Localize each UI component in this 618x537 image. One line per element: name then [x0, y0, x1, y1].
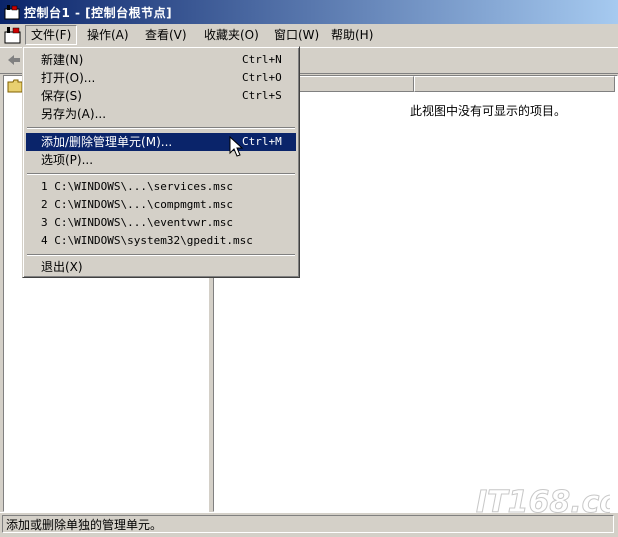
menu-favorites[interactable]: 收藏夹(O) [199, 26, 264, 44]
menu-item-label: 添加/删除管理单元(M)... [41, 135, 173, 149]
empty-view-message: 此视图中没有可显示的项目。 [410, 104, 567, 118]
mmc-app-icon [4, 5, 20, 20]
menu-help[interactable]: 帮助(H) [326, 26, 378, 44]
title-bar[interactable]: 控制台1 - [控制台根节点] [0, 0, 618, 24]
menu-view[interactable]: 查看(V) [140, 26, 192, 44]
file-menu-dropdown: 新建(N) Ctrl+N 打开(O)... Ctrl+O 保存(S) Ctrl+… [22, 46, 300, 278]
it168-watermark-logo: IT168.com [476, 473, 610, 520]
recent-file-path: 4 C:\WINDOWS\system32\gpedit.msc [41, 234, 253, 247]
menu-item-open[interactable]: 打开(O)... Ctrl+O [26, 69, 296, 87]
menu-item-label: 选项(P)... [41, 153, 94, 167]
menu-item-recent-3[interactable]: 3 C:\WINDOWS\...\eventvwr.msc [26, 214, 296, 232]
mouse-cursor-icon [229, 136, 244, 157]
menu-item-save[interactable]: 保存(S) Ctrl+S [26, 87, 296, 105]
menu-item-shortcut: Ctrl+O [242, 71, 282, 84]
menu-item-label: 保存(S) [41, 89, 82, 103]
watermark-text: IT168.com [476, 485, 610, 520]
menu-item-new[interactable]: 新建(N) Ctrl+N [26, 51, 296, 69]
folder-icon[interactable] [7, 79, 23, 93]
menu-item-shortcut: Ctrl+S [242, 89, 282, 102]
menu-bar: 文件(F) 操作(A) 查看(V) 收藏夹(O) 窗口(W) 帮助(H) [0, 24, 618, 46]
recent-file-path: 1 C:\WINDOWS\...\services.msc [41, 180, 234, 193]
recent-file-path: 2 C:\WINDOWS\...\compmgmt.msc [41, 198, 234, 211]
menu-window[interactable]: 窗口(W) [269, 26, 324, 44]
menu-item-label: 退出(X) [41, 260, 83, 274]
menu-item-exit[interactable]: 退出(X) [26, 258, 296, 276]
menu-item-shortcut: Ctrl+M [242, 135, 282, 148]
window-title: 控制台1 - [控制台根节点] [24, 6, 173, 20]
menu-item-label: 新建(N) [41, 53, 84, 67]
menu-item-recent-1[interactable]: 1 C:\WINDOWS\...\services.msc [26, 178, 296, 196]
menu-item-add-remove-snapin[interactable]: 添加/删除管理单元(M)... Ctrl+M [26, 133, 296, 151]
back-arrow-icon[interactable] [6, 52, 22, 68]
menu-separator [27, 127, 295, 129]
menu-action[interactable]: 操作(A) [82, 26, 134, 44]
menu-separator [27, 254, 295, 256]
menu-item-save-as[interactable]: 另存为(A)... [26, 105, 296, 123]
menu-item-recent-4[interactable]: 4 C:\WINDOWS\system32\gpedit.msc [26, 232, 296, 250]
console-icon[interactable] [4, 26, 22, 44]
menu-item-shortcut: Ctrl+N [242, 53, 282, 66]
menu-item-options[interactable]: 选项(P)... [26, 151, 296, 169]
menu-item-recent-2[interactable]: 2 C:\WINDOWS\...\compmgmt.msc [26, 196, 296, 214]
menu-item-label: 另存为(A)... [41, 107, 107, 121]
menu-file[interactable]: 文件(F) [25, 25, 78, 45]
menu-separator [27, 173, 295, 175]
recent-file-path: 3 C:\WINDOWS\...\eventvwr.msc [41, 216, 234, 229]
menu-item-label: 打开(O)... [41, 71, 96, 85]
column-header-2[interactable] [414, 76, 615, 92]
